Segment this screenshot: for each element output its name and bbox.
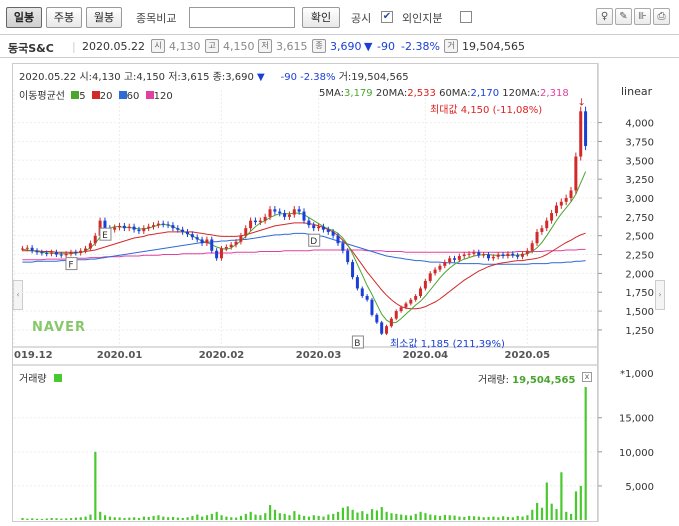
price-tick-label: 3,250 (625, 175, 654, 186)
price-tick-label: 1,250 (625, 326, 654, 337)
chart-frame (12, 63, 598, 522)
price-tick-label: 2,000 (625, 269, 654, 280)
volume-tick-label: 15,000 (619, 414, 654, 425)
volume-tick-label: 10,000 (619, 448, 654, 459)
price-tick-label: 3,750 (625, 137, 654, 148)
price-tick-label: 1,750 (625, 288, 654, 299)
price-tick-label: 3,500 (625, 156, 654, 167)
price-tick-label: 1,500 (625, 307, 654, 318)
volume-unit: *1,000 (620, 369, 654, 380)
price-tick-label: 3,000 (625, 194, 654, 205)
price-tick-label: 4,000 (625, 119, 654, 130)
scale-label[interactable]: linear (621, 85, 652, 98)
price-tick-label: 2,750 (625, 213, 654, 224)
price-tick-label: 2,250 (625, 251, 654, 262)
volume-tick-label: 5,000 (625, 482, 654, 493)
price-tick-label: 2,500 (625, 232, 654, 243)
